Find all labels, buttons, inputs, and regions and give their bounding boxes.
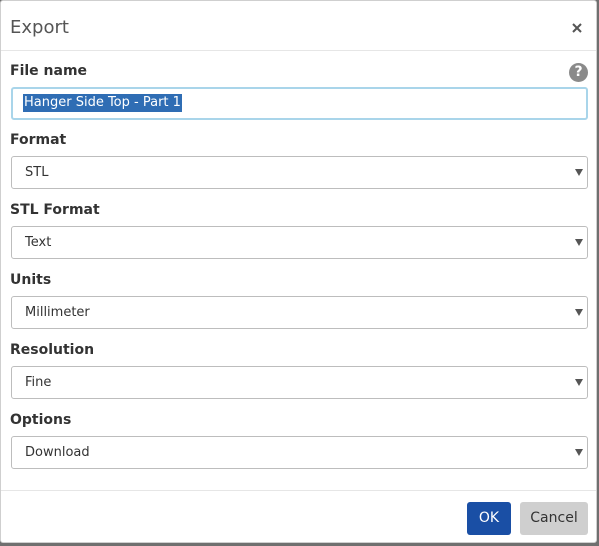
format-value: STL <box>25 165 49 180</box>
cancel-button[interactable]: Cancel <box>520 502 588 535</box>
file-name-input[interactable]: Hanger Side Top - Part 1 <box>11 87 588 120</box>
chevron-down-icon <box>575 449 583 456</box>
close-icon[interactable] <box>570 20 584 34</box>
export-dialog: Export File name ? Hanger Side Top - Par… <box>0 0 597 543</box>
chevron-down-icon <box>575 379 583 386</box>
units-label: Units <box>10 272 52 288</box>
ok-button[interactable]: OK <box>467 502 511 535</box>
chevron-down-icon <box>575 169 583 176</box>
format-label: Format <box>10 132 67 148</box>
file-name-label: File name <box>10 63 88 79</box>
units-value: Millimeter <box>25 305 90 320</box>
units-select[interactable]: Millimeter <box>11 296 588 329</box>
question-circle-icon[interactable]: ? <box>569 63 588 82</box>
options-label: Options <box>10 412 72 428</box>
stl-format-label: STL Format <box>10 202 100 218</box>
stl-format-select[interactable]: Text <box>11 226 588 259</box>
chevron-down-icon <box>575 239 583 246</box>
dialog-header: Export <box>1 1 596 51</box>
options-value: Download <box>25 445 90 460</box>
dialog-footer: OK Cancel <box>1 490 596 542</box>
options-select[interactable]: Download <box>11 436 588 469</box>
file-name-value: Hanger Side Top - Part 1 <box>23 94 182 112</box>
resolution-select[interactable]: Fine <box>11 366 588 399</box>
stl-format-value: Text <box>25 235 52 250</box>
resolution-value: Fine <box>25 375 52 390</box>
dialog-title: Export <box>10 17 69 38</box>
chevron-down-icon <box>575 309 583 316</box>
format-select[interactable]: STL <box>11 156 588 189</box>
resolution-label: Resolution <box>10 342 95 358</box>
